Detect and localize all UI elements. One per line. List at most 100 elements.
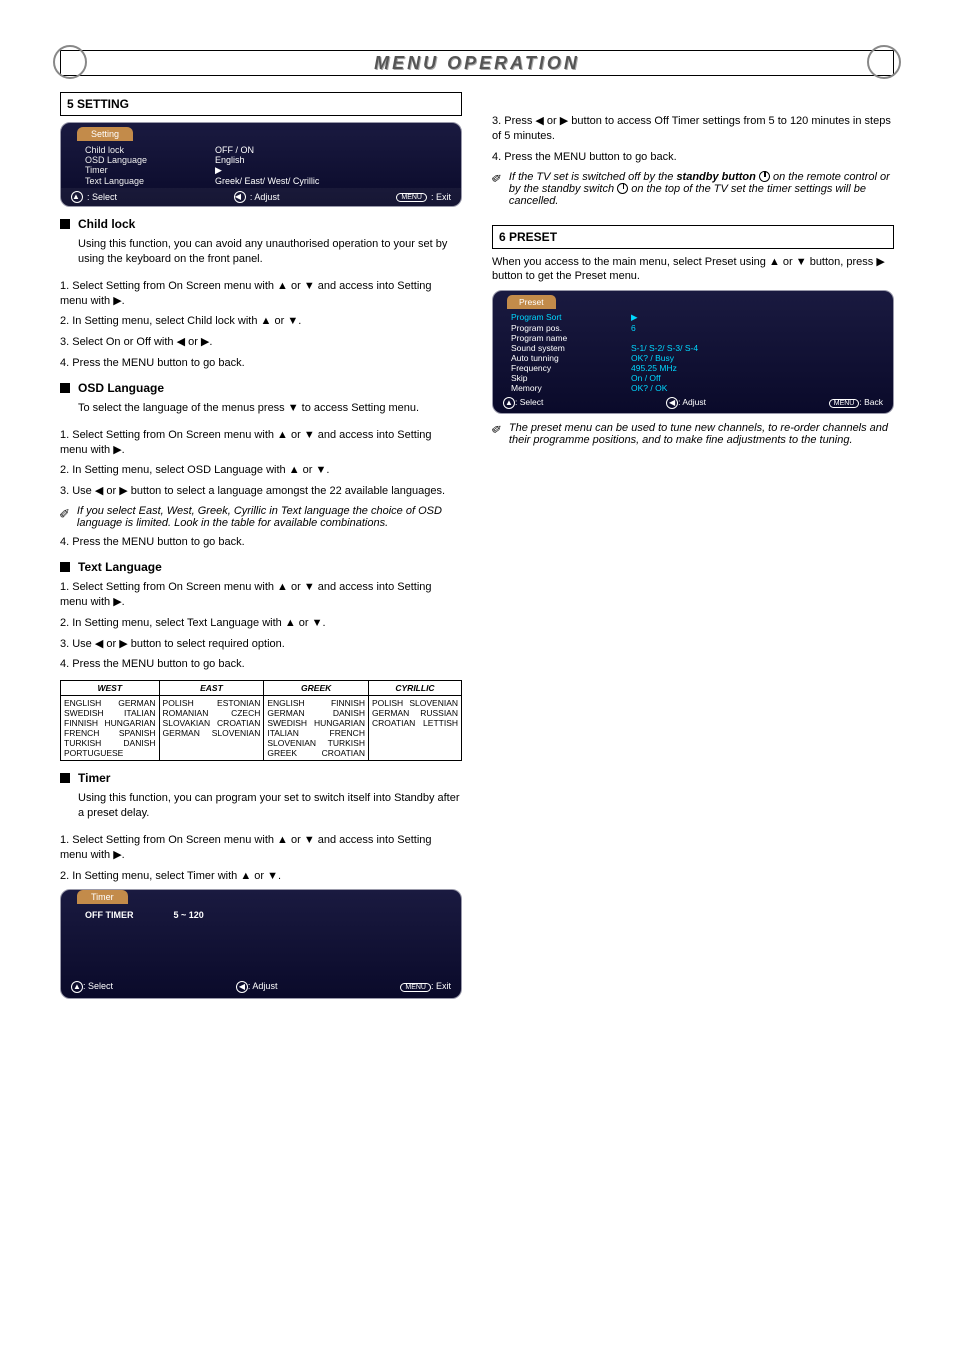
- child-lock-step1: 1. Select Setting from On Screen menu wi…: [60, 279, 462, 309]
- square-bullet-icon: [60, 219, 70, 229]
- osd-row: Program Sort▶: [511, 312, 883, 323]
- osd-row: OSD LanguageEnglish: [85, 155, 449, 165]
- timer-title-row: Timer Using this function, you can progr…: [60, 771, 462, 827]
- lang-pair: GERMANDANISH: [267, 708, 365, 718]
- preset-note: ✎ The preset menu can be used to tune ne…: [492, 422, 894, 446]
- nav-updown-icon: ▲: [71, 191, 83, 203]
- osd-lang-step2: 2. In Setting menu, select OSD Language …: [60, 463, 462, 478]
- timer-note: ✎ If the TV set is switched off by the s…: [492, 171, 894, 207]
- th-cyrillic: CYRILLIC: [368, 681, 461, 696]
- osd-setting-tab: Setting: [77, 127, 133, 141]
- menu-icon: MENU: [829, 399, 860, 408]
- play-icon: ▶: [631, 312, 638, 323]
- nav-updown-icon: ▲: [71, 981, 83, 993]
- td-greek: ENGLISHFINNISHGERMANDANISHSWEDISHHUNGARI…: [264, 696, 369, 761]
- text-lang-step1: 1. Select Setting from On Screen menu wi…: [60, 580, 462, 610]
- nav-updown-icon: ▲: [503, 397, 515, 409]
- osd-preset-tab: Preset: [507, 295, 556, 309]
- osd-row: SkipOn / Off: [511, 373, 883, 383]
- square-bullet-icon: [60, 773, 70, 783]
- osd-lang-title: OSD Language: [78, 381, 419, 395]
- osd-setting-panel: Setting Child lockOFF / ON OSD LanguageE…: [60, 122, 462, 207]
- osd-lang-step3: 3. Use ◀ or ▶ button to select a languag…: [60, 484, 462, 499]
- child-lock-title: Child lock: [78, 217, 462, 231]
- power-icon: [617, 183, 628, 194]
- osd-select: ▲: Select: [71, 191, 117, 203]
- td-west: ENGLISHGERMANSWEDISHITALIANFINNISHHUNGAR…: [61, 696, 160, 761]
- lang-pair: POLISHESTONIAN: [163, 698, 261, 708]
- osd-lang-note: ✎ If you select East, West, Greek, Cyril…: [60, 505, 462, 529]
- th-greek: GREEK: [264, 681, 369, 696]
- osd-row: Sound systemS-1/ S-2/ S-3/ S-4: [511, 343, 883, 353]
- lang-pair: FRENCHSPANISH: [64, 728, 156, 738]
- td-east: POLISHESTONIANROMANIANCZECHSLOVAKIANCROA…: [159, 696, 264, 761]
- osd-row: Timer▶: [85, 165, 449, 176]
- th-east: EAST: [159, 681, 264, 696]
- play-icon: ▶: [215, 165, 222, 176]
- title-circle-left: [53, 45, 87, 79]
- child-lock-step3: 3. Select On or Off with ◀ or ▶.: [60, 335, 462, 350]
- language-table: WEST EAST GREEK CYRILLIC ENGLISHGERMANSW…: [60, 680, 462, 761]
- nav-leftright-icon: ◀: [234, 191, 246, 203]
- lang-pair: SWEDISHHUNGARIAN: [267, 718, 365, 728]
- osd-row: Auto tunningOK? / Busy: [511, 353, 883, 363]
- th-west: WEST: [61, 681, 160, 696]
- timer-step1: 1. Select Setting from On Screen menu wi…: [60, 833, 462, 863]
- osd-adjust: ◀: Adjust: [236, 981, 278, 993]
- preset-p1: When you access to the main menu, select…: [492, 255, 894, 285]
- osd-row: Frequency495.25 MHz: [511, 363, 883, 373]
- nav-leftright-icon: ◀: [666, 397, 678, 409]
- nav-leftright-icon: ◀: [236, 981, 248, 993]
- td-cyrillic: POLISHSLOVENIANGERMANRUSSIANCROATIANLETT…: [368, 696, 461, 761]
- pencil-icon: ✎: [489, 425, 505, 436]
- osd-back: MENU: Back: [829, 397, 883, 409]
- lang-pair: GREEKCROATIAN: [267, 748, 365, 758]
- osd-adjust: ◀: Adjust: [666, 397, 706, 409]
- lang-pair: ENGLISHGERMAN: [64, 698, 156, 708]
- lang-pair: POLISHSLOVENIAN: [372, 698, 458, 708]
- osd-row: Program name: [511, 333, 883, 343]
- pencil-icon: ✎: [489, 173, 505, 184]
- osd-lang-step1: 1. Select Setting from On Screen menu wi…: [60, 428, 462, 458]
- text-lang-title-row: Text Language: [60, 560, 462, 574]
- lang-pair: PORTUGUESE: [64, 748, 156, 758]
- menu-icon: MENU: [400, 983, 431, 992]
- osd-timer-row: OFF TIMER 5 ~ 120: [85, 910, 449, 920]
- osd-timer-footer: ▲: Select ◀: Adjust MENU: Exit: [61, 978, 461, 996]
- osd-row: Program pos.6: [511, 323, 883, 333]
- lang-pair: SWEDISHITALIAN: [64, 708, 156, 718]
- osd-footer: ▲: Select ◀: Adjust MENU: Exit: [61, 188, 461, 206]
- lang-pair: GERMANRUSSIAN: [372, 708, 458, 718]
- child-lock-title-row: Child lock Using this function, you can …: [60, 217, 462, 273]
- child-lock-step2: 2. In Setting menu, select Child lock wi…: [60, 314, 462, 329]
- lang-pair: SLOVENIANTURKISH: [267, 738, 365, 748]
- page-title: MENU OPERATION: [374, 53, 580, 74]
- text-lang-step2: 2. In Setting menu, select Text Language…: [60, 616, 462, 631]
- power-icon: [759, 171, 770, 182]
- square-bullet-icon: [60, 383, 70, 393]
- lang-pair: GERMANSLOVENIAN: [163, 728, 261, 738]
- timer-step2: 2. In Setting menu, select Timer with ▲ …: [60, 869, 462, 884]
- text-lang-step3: 3. Use ◀ or ▶ button to select required …: [60, 637, 462, 652]
- child-lock-p1: Using this function, you can avoid any u…: [78, 237, 462, 267]
- lang-pair: SLOVAKIANCROATIAN: [163, 718, 261, 728]
- title-circle-right: [867, 45, 901, 79]
- pencil-icon: ✎: [57, 508, 73, 519]
- menu-icon: MENU: [396, 193, 427, 202]
- osd-timer-tab: Timer: [77, 890, 128, 904]
- osd-timer-body: OFF TIMER 5 ~ 120: [61, 904, 461, 922]
- page-title-bar: MENU OPERATION: [60, 50, 894, 76]
- section-setting-header: 5 SETTING: [60, 92, 462, 116]
- timer-step3: 3. Press ◀ or ▶ button to access Off Tim…: [492, 114, 894, 144]
- text-lang-step4: 4. Press the MENU button to go back.: [60, 657, 462, 672]
- lang-pair: ROMANIANCZECH: [163, 708, 261, 718]
- osd-preset-body: Program Sort▶ Program pos.6 Program name…: [493, 309, 893, 395]
- osd-row: Child lockOFF / ON: [85, 145, 449, 155]
- section-preset-header: 6 PRESET: [492, 225, 894, 249]
- osd-lang-step4: 4. Press the MENU button to go back.: [60, 535, 462, 550]
- left-column: 5 SETTING Setting Child lockOFF / ON OSD…: [60, 84, 462, 999]
- right-column: 3. Press ◀ or ▶ button to access Off Tim…: [492, 84, 894, 999]
- osd-setting-body: Child lockOFF / ON OSD LanguageEnglish T…: [61, 141, 461, 188]
- osd-select: ▲: Select: [503, 397, 543, 409]
- lang-pair: ENGLISHFINNISH: [267, 698, 365, 708]
